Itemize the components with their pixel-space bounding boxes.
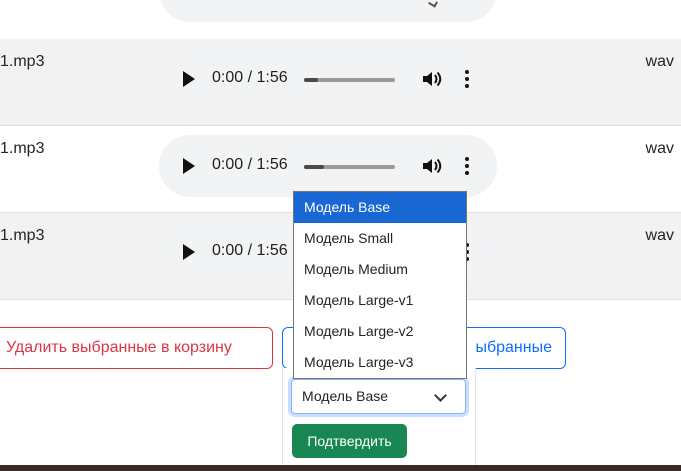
audio-player[interactable]: 0:00 / 1:56 [159, 48, 497, 110]
chevron-icon [428, 0, 438, 8]
confirm-button[interactable]: Подтвердить [292, 424, 407, 458]
model-option-small[interactable]: Модель Small [294, 223, 466, 254]
audio-player[interactable]: 0:00 / 1:56 [159, 135, 497, 197]
more-options-icon[interactable] [459, 70, 475, 88]
model-option-base[interactable]: Модель Base [294, 192, 466, 223]
file-format: wav [645, 53, 674, 70]
time-display: 0:00 / 1:56 [212, 242, 288, 259]
volume-icon[interactable] [421, 70, 443, 88]
file-name: 1.mp3 [0, 227, 45, 244]
file-format: wav [645, 227, 674, 244]
more-options-icon[interactable] [459, 157, 475, 175]
time-display: 0:00 / 1:56 [212, 69, 288, 86]
chevron-down-icon [434, 389, 447, 402]
model-select-value: Модель Base [302, 388, 389, 404]
play-icon[interactable] [183, 158, 195, 174]
play-icon[interactable] [183, 71, 195, 87]
model-option-large-v2[interactable]: Модель Large-v2 [294, 316, 466, 347]
table-row: 1.mp3 0:00 / 1:56 wav [0, 39, 681, 126]
play-icon[interactable] [183, 244, 195, 260]
audio-player-top-partial[interactable] [159, 0, 497, 22]
window-bottom-edge [0, 465, 681, 471]
file-format: wav [645, 140, 674, 157]
time-display: 0:00 / 1:56 [212, 156, 288, 173]
delete-selected-button[interactable]: Удалить выбранные в корзину [0, 327, 273, 369]
seek-slider[interactable] [304, 165, 395, 169]
model-select[interactable]: Модель Base [291, 379, 466, 414]
model-option-large-v3[interactable]: Модель Large-v3 [294, 347, 466, 378]
model-dropdown-list: Модель Base Модель Small Модель Medium М… [293, 191, 467, 379]
volume-icon[interactable] [421, 157, 443, 175]
model-option-medium[interactable]: Модель Medium [294, 254, 466, 285]
model-option-large-v1[interactable]: Модель Large-v1 [294, 285, 466, 316]
seek-slider[interactable] [304, 78, 395, 82]
file-name: 1.mp3 [0, 140, 45, 157]
file-name: 1.mp3 [0, 53, 45, 70]
